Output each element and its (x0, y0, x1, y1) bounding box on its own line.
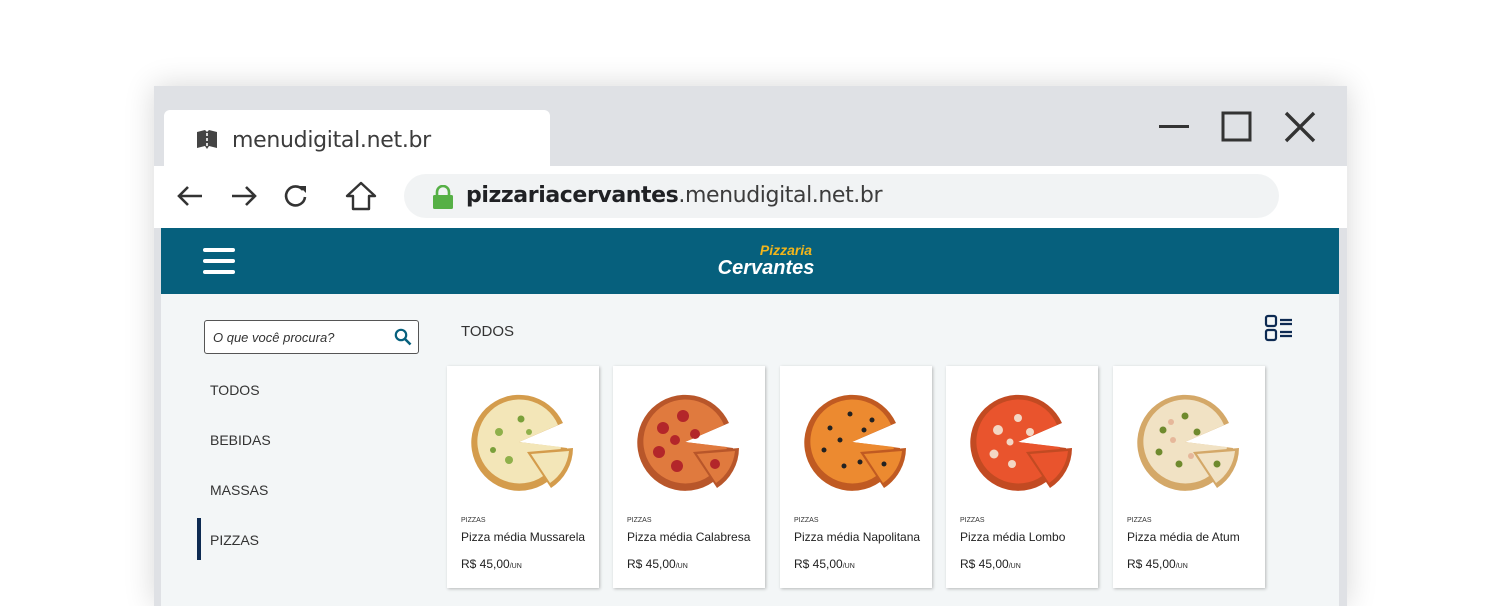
product-card-lombo[interactable]: PIZZAS Pizza média Lombo R$ 45,00/UN (946, 366, 1098, 588)
product-card-napolitana[interactable]: PIZZAS Pizza média Napolitana R$ 45,00/U… (780, 366, 932, 588)
product-name: Pizza média Lombo (960, 530, 1066, 544)
list-view-icon[interactable] (1264, 314, 1294, 344)
product-category: PIZZAS (627, 517, 652, 524)
reload-icon[interactable] (278, 178, 314, 214)
product-price: R$ 45,00/UN (1127, 557, 1188, 571)
product-card-calabresa[interactable]: PIZZAS Pizza média Calabresa R$ 45,00/UN (613, 366, 765, 588)
browser-window: menudigital.net.br pizzariacervantes.men… (154, 86, 1347, 606)
url-text: pizzariacervantes.menudigital.net.br (466, 183, 883, 208)
pizza-calabresa-image (637, 394, 739, 491)
browser-toolbar: pizzariacervantes.menudigital.net.br (154, 166, 1347, 228)
home-icon[interactable] (343, 178, 379, 214)
price-value: R$ 45,00 (794, 557, 843, 571)
product-name: Pizza média Napolitana (794, 530, 921, 544)
price-value: R$ 45,00 (960, 557, 1009, 571)
category-todos[interactable]: TODOS (210, 382, 260, 398)
active-category-indicator (197, 518, 201, 560)
search-box (204, 320, 419, 354)
product-category: PIZZAS (461, 517, 486, 524)
back-arrow-icon[interactable] (172, 178, 208, 214)
search-icon[interactable] (394, 328, 412, 351)
maximize-button[interactable] (1220, 110, 1254, 144)
category-bebidas[interactable]: BEBIDAS (210, 432, 271, 448)
product-category: PIZZAS (794, 517, 819, 524)
logo-subtitle: Pizzaria (759, 242, 813, 258)
pizza-atum-image (1137, 394, 1239, 491)
category-massas[interactable]: MASSAS (210, 482, 268, 498)
lock-icon (432, 184, 454, 214)
url-domain: pizzariacervantes (466, 183, 679, 208)
product-name: Pizza média de Atum (1127, 530, 1240, 544)
product-name: Pizza média Mussarela (461, 530, 586, 544)
price-value: R$ 45,00 (461, 557, 510, 571)
product-card-atum[interactable]: PIZZAS Pizza média de Atum R$ 45,00/UN (1113, 366, 1265, 588)
price-unit: /UN (842, 563, 855, 570)
category-pizzas[interactable]: PIZZAS (210, 532, 259, 548)
price-unit: /UN (1175, 563, 1188, 570)
price-value: R$ 45,00 (627, 557, 676, 571)
minimize-button[interactable] (1157, 110, 1191, 144)
url-suffix: .menudigital.net.br (678, 183, 883, 208)
tab-title: menudigital.net.br (232, 128, 431, 153)
product-price: R$ 45,00/UN (461, 557, 522, 571)
site-logo[interactable]: Pizzaria Cervantes (701, 242, 831, 278)
product-price: R$ 45,00/UN (794, 557, 855, 571)
site-header: Pizzaria Cervantes (161, 228, 1339, 294)
forward-arrow-icon[interactable] (226, 178, 262, 214)
close-button[interactable] (1283, 110, 1317, 144)
product-price: R$ 45,00/UN (960, 557, 1021, 571)
search-input[interactable] (211, 321, 395, 353)
product-category: PIZZAS (1127, 517, 1152, 524)
pizza-mussarela-image (471, 394, 573, 491)
price-unit: /UN (509, 563, 522, 570)
product-card-mussarela[interactable]: PIZZAS Pizza média Mussarela R$ 45,00/UN (447, 366, 599, 588)
pizza-napolitana-image (804, 394, 906, 491)
address-bar[interactable]: pizzariacervantes.menudigital.net.br (404, 174, 1279, 218)
logo-title: Cervantes (717, 257, 815, 279)
product-category: PIZZAS (960, 517, 985, 524)
price-value: R$ 45,00 (1127, 557, 1176, 571)
pizza-lombo-image (970, 394, 1072, 491)
book-icon (196, 130, 218, 155)
menu-icon[interactable] (203, 248, 235, 276)
product-price: R$ 45,00/UN (627, 557, 688, 571)
price-unit: /UN (1008, 563, 1021, 570)
web-page: Pizzaria Cervantes TODOS BEBIDAS MASSAS … (161, 228, 1339, 606)
product-name: Pizza média Calabresa (627, 530, 751, 544)
section-title: TODOS (461, 323, 515, 340)
price-unit: /UN (675, 563, 688, 570)
browser-tab[interactable]: menudigital.net.br (164, 110, 550, 168)
